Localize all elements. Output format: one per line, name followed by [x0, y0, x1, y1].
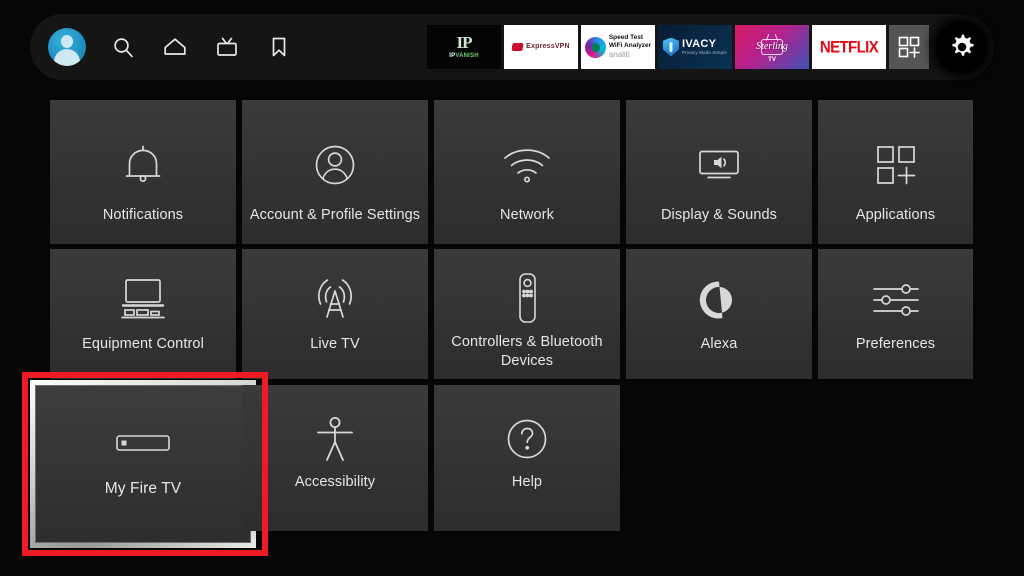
tile-label: Applications — [855, 207, 936, 223]
tile-label: Controllers & Bluetooth Devices — [451, 334, 603, 369]
tile-label: Help — [511, 474, 543, 490]
ivacy-shield-icon — [662, 37, 679, 57]
sterling-sub-label: TV — [768, 57, 776, 63]
search-icon[interactable] — [108, 32, 138, 62]
account-icon — [312, 130, 358, 200]
tile-label: Network — [500, 207, 554, 223]
settings-tile-controllers-bluetooth[interactable]: Controllers & Bluetooth Devices — [434, 249, 620, 379]
settings-tile-account-profile-settings[interactable]: Account & Profile Settings — [242, 100, 428, 244]
settings-tile-equipment-control[interactable]: Equipment Control — [50, 249, 236, 379]
user-avatar-icon[interactable] — [48, 28, 86, 66]
app-tile-expressvpn[interactable]: ExpressVPN — [504, 25, 578, 69]
home-icon[interactable] — [160, 32, 190, 62]
accessibility-icon — [313, 411, 357, 467]
expressvpn-logo-icon — [511, 43, 524, 51]
app-label-netflix: NETFLIX — [819, 37, 879, 57]
ipvanish-logo-icon: IP — [456, 33, 473, 53]
bookmark-icon[interactable] — [264, 32, 294, 62]
tile-label: My Fire TV — [104, 480, 182, 497]
avatar-body — [54, 49, 80, 66]
analiti-line2: WiFi Analyzer — [608, 42, 652, 50]
app-tile-netflix[interactable]: NETFLIX — [812, 25, 886, 69]
grid-plus-icon — [873, 130, 919, 200]
firestick-icon — [115, 425, 171, 461]
analiti-logo-icon — [584, 36, 606, 58]
tile-label: Display & Sounds — [660, 207, 778, 223]
settings-tile-help[interactable]: Help — [434, 385, 620, 531]
app-label-expressvpn: ExpressVPN — [526, 43, 570, 51]
settings-tile-display-sounds[interactable]: Display & Sounds — [626, 100, 812, 244]
app-tile-ipvanish[interactable]: IP IPVANISH — [427, 25, 501, 69]
wifi-icon — [501, 130, 553, 200]
tile-label: Notifications — [102, 207, 184, 223]
tile-label: Preferences — [855, 336, 936, 352]
all-apps-button[interactable] — [889, 25, 929, 69]
ivacy-text: IVACY Privacy Made Simple — [681, 37, 728, 56]
equipment-icon — [118, 271, 168, 329]
tile-label: Account & Profile Settings — [249, 207, 421, 223]
display-sound-icon — [694, 130, 744, 200]
remote-icon — [513, 269, 541, 327]
avatar-head — [61, 35, 73, 48]
settings-tile-preferences[interactable]: Preferences — [818, 249, 973, 379]
grid-plus-icon — [898, 36, 920, 58]
app-label-ipvanish: IPVANISH — [449, 53, 479, 60]
analiti-line3: analiti — [608, 50, 630, 59]
tile-label: Alexa — [700, 336, 738, 352]
tile-label: Accessibility — [294, 474, 376, 490]
help-icon — [504, 411, 550, 467]
analiti-line1: Speed Test — [608, 34, 644, 42]
tile-label: Equipment Control — [82, 336, 204, 352]
bell-icon — [121, 130, 165, 200]
app-label-sterling: Sterling — [756, 41, 788, 52]
settings-tile-accessibility[interactable]: Accessibility — [242, 385, 428, 531]
app-tile-analiti[interactable]: Speed Test WiFi Analyzer analiti — [581, 25, 655, 69]
settings-button[interactable] — [936, 21, 988, 73]
settings-tile-network[interactable]: Network — [434, 100, 620, 244]
antenna-icon — [311, 271, 359, 329]
settings-tile-my-fire-tv[interactable]: My Fire TV — [30, 380, 256, 548]
app-shortcut-strip: IP IPVANISH ExpressVPN Speed Test WiFi A… — [427, 21, 994, 73]
app-label-ivacy: IVACY — [681, 37, 717, 50]
nav-icon-group — [30, 28, 294, 66]
app-tile-sterling-tv[interactable]: Sterling TV — [735, 25, 809, 69]
settings-tile-applications[interactable]: Applications — [818, 100, 973, 244]
analiti-text: Speed Test WiFi Analyzer analiti — [609, 34, 651, 59]
ivacy-tagline: Privacy Made Simple — [681, 50, 728, 56]
top-navigation-bar: IP IPVANISH ExpressVPN Speed Test WiFi A… — [30, 14, 994, 80]
settings-tile-alexa[interactable]: Alexa — [626, 249, 812, 379]
gear-icon — [952, 34, 974, 56]
sliders-icon — [870, 271, 922, 329]
tile-label: Live TV — [310, 336, 360, 352]
settings-tile-notifications[interactable]: Notifications — [50, 100, 236, 244]
alexa-icon — [697, 271, 741, 329]
settings-tile-live-tv[interactable]: Live TV — [242, 249, 428, 379]
app-tile-ivacy[interactable]: IVACY Privacy Made Simple — [658, 25, 732, 69]
tv-icon[interactable] — [212, 32, 242, 62]
